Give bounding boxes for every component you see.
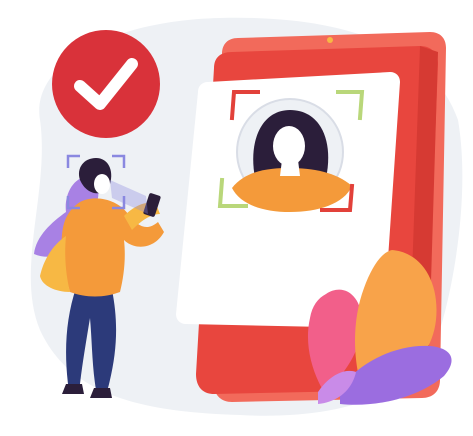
avatar-neck bbox=[280, 160, 300, 176]
check-badge-circle bbox=[52, 30, 160, 138]
woman-shoe-left bbox=[62, 384, 84, 394]
woman-face bbox=[94, 174, 110, 194]
woman-shoe-right bbox=[90, 388, 112, 398]
illustration-canvas bbox=[30, 17, 463, 416]
check-badge bbox=[52, 30, 160, 138]
face-recognition-illustration bbox=[0, 0, 473, 436]
phone-camera-dot bbox=[327, 37, 333, 43]
